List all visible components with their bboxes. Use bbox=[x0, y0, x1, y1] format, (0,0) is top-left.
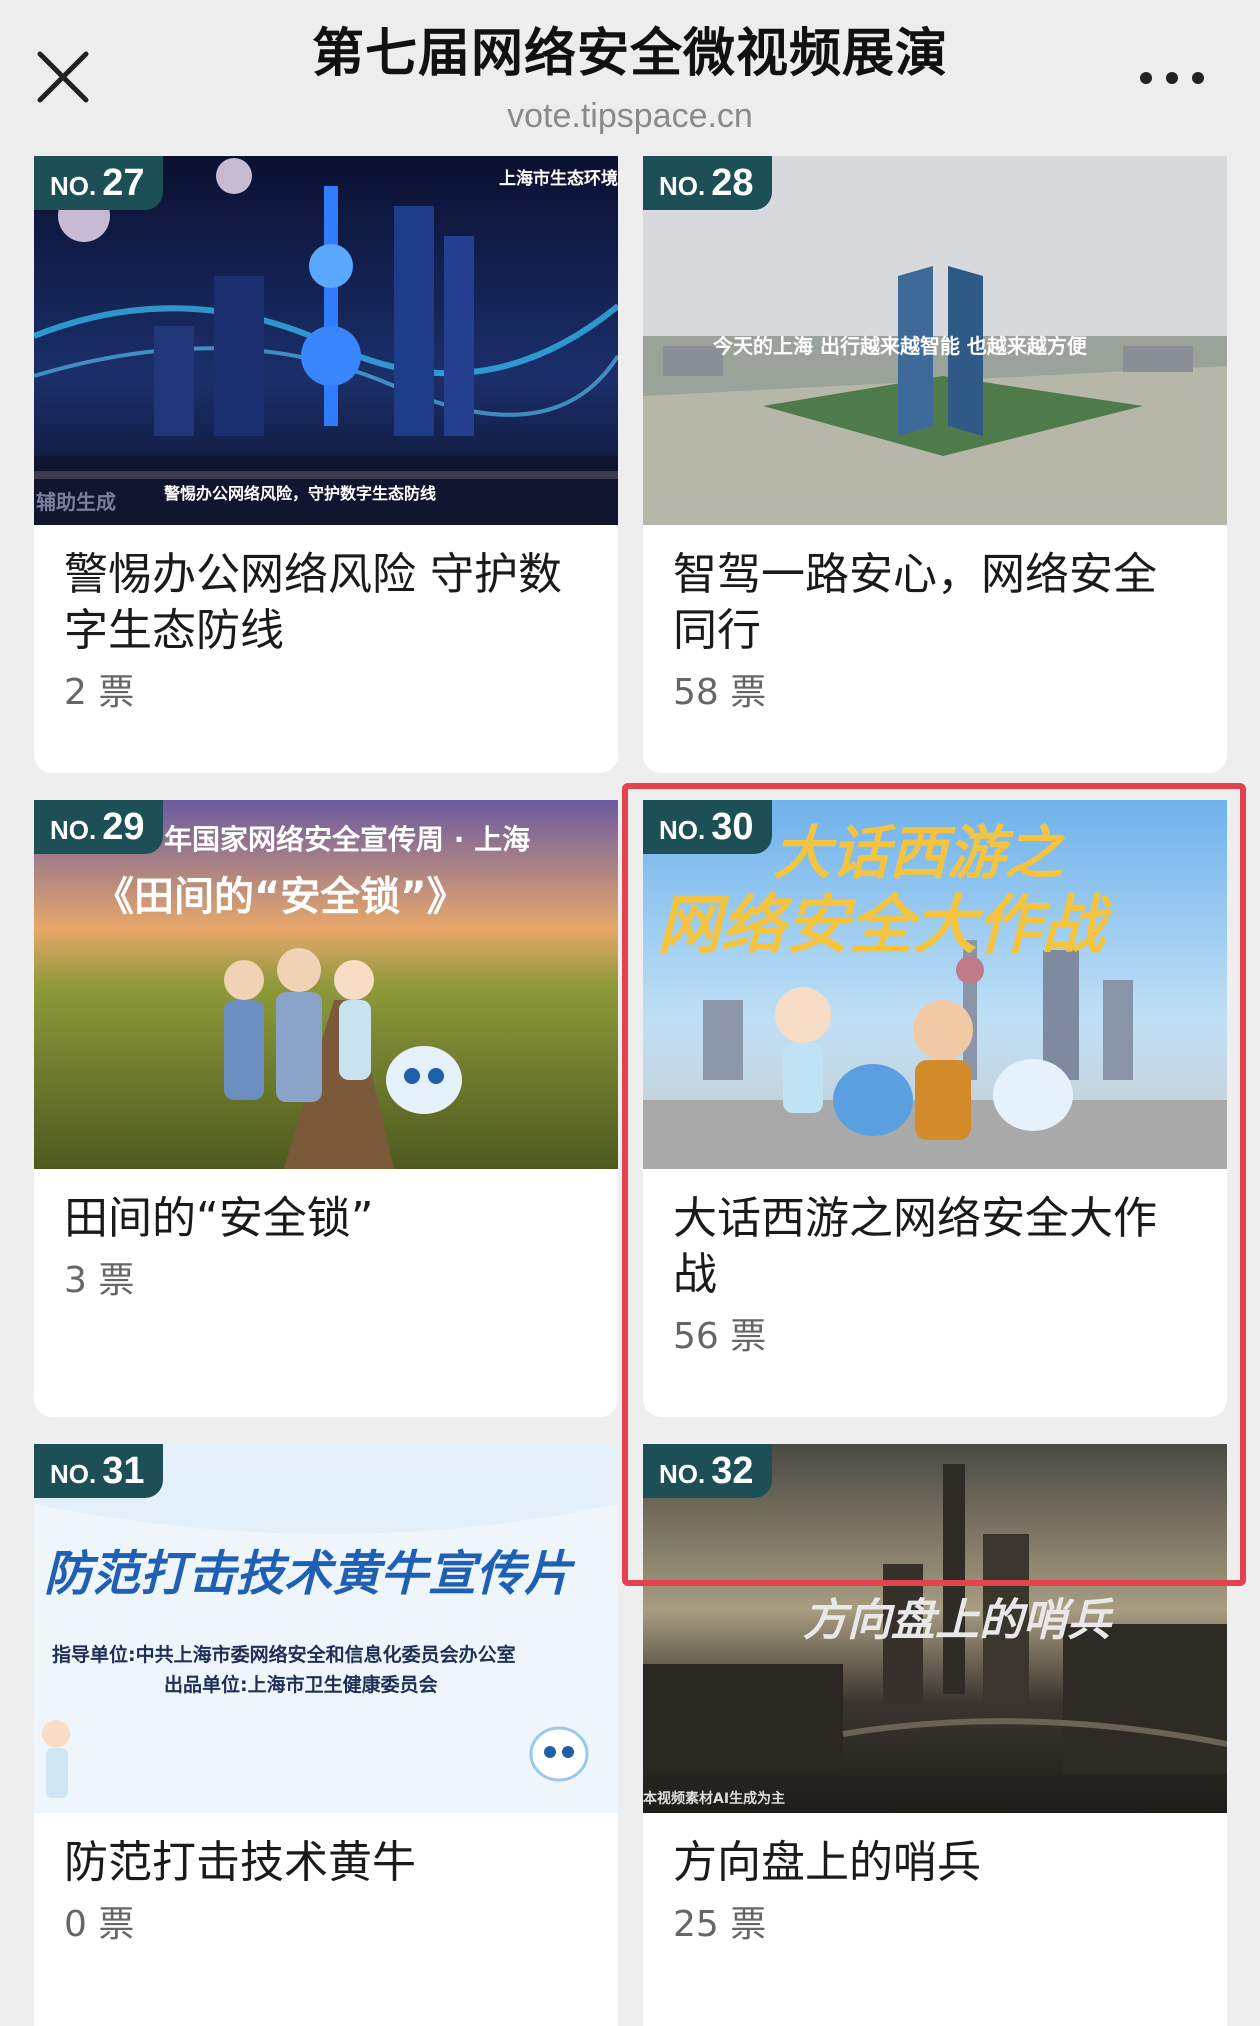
vote-unit: 票 bbox=[730, 672, 767, 713]
video-title: 田间的“安全锁” bbox=[64, 1193, 374, 1244]
video-card[interactable]: 防范打击技术黄牛宣传片 指导单位:中共上海市委网络安全和信息化委员会办公室 出品… bbox=[34, 1444, 618, 2026]
video-card[interactable]: 年国家网络安全宣传周 · 上海 《田间的“安全锁”》 NO. 29 田间的“安全… bbox=[34, 800, 618, 1417]
badge-prefix: NO. bbox=[50, 815, 97, 845]
badge-number: 28 bbox=[711, 162, 754, 204]
video-number-badge: NO. 30 bbox=[643, 800, 772, 854]
video-thumbnail[interactable]: 年国家网络安全宣传周 · 上海 《田间的“安全锁”》 NO. 29 bbox=[34, 800, 618, 1169]
badge-number: 29 bbox=[102, 806, 145, 848]
page-header: 第七届网络安全微视频展演 vote.tipspace.cn bbox=[200, 18, 1060, 142]
vote-number: 56 bbox=[673, 1316, 719, 1357]
badge-prefix: NO. bbox=[659, 815, 706, 845]
top-bar: 第七届网络安全微视频展演 vote.tipspace.cn bbox=[0, 0, 1260, 156]
thumbnail-caption: 上海市生态环境 bbox=[499, 169, 618, 189]
vote-unit: 票 bbox=[730, 1904, 767, 1945]
thumbnail-caption: 警惕办公网络风险，守护数字生态防线 bbox=[164, 484, 437, 503]
badge-number: 27 bbox=[102, 162, 145, 204]
thumbnail-image bbox=[34, 1444, 618, 1813]
vote-number: 2 bbox=[64, 672, 87, 713]
thumbnail-caption: 《田间的“安全锁”》 bbox=[94, 874, 467, 920]
video-thumbnail[interactable]: 上海市生态环境 警惕办公网络风险，守护数字生态防线 辅助生成 NO. 27 bbox=[34, 156, 618, 525]
video-card[interactable]: 方向盘上的哨兵 本视频素材AI生成为主 NO. 32 方向盘上的哨兵 25 票 bbox=[643, 1444, 1227, 2026]
vote-count: 2 票 bbox=[34, 659, 618, 719]
badge-prefix: NO. bbox=[50, 1459, 97, 1489]
video-grid: 上海市生态环境 警惕办公网络风险，守护数字生态防线 辅助生成 NO. 27 警惕… bbox=[0, 156, 1260, 2026]
video-number-badge: NO. 31 bbox=[34, 1444, 163, 1498]
video-number-badge: NO. 29 bbox=[34, 800, 163, 854]
vote-count: 25 票 bbox=[643, 1891, 1227, 1951]
thumbnail-caption: 出品单位:上海市卫生健康委员会 bbox=[164, 1674, 438, 1696]
vote-unit: 票 bbox=[730, 1316, 767, 1357]
more-horizontal-icon bbox=[1140, 72, 1204, 84]
video-title: 智驾一路安心，网络安全同行 bbox=[673, 549, 1157, 656]
vote-count: 3 票 bbox=[34, 1247, 618, 1307]
thumbnail-image bbox=[34, 156, 618, 525]
thumbnail-caption: 指导单位:中共上海市委网络安全和信息化委员会办公室 bbox=[52, 1644, 516, 1666]
video-thumbnail[interactable]: 方向盘上的哨兵 本视频素材AI生成为主 NO. 32 bbox=[643, 1444, 1227, 1813]
vote-count: 0 票 bbox=[34, 1891, 618, 1951]
video-card[interactable]: 今天的上海 出行越来越智能 也越来越方便 NO. 28 智驾一路安心，网络安全同… bbox=[643, 156, 1227, 773]
thumbnail-caption: 防范打击技术黄牛宣传片 bbox=[44, 1546, 573, 1602]
vote-number: 0 bbox=[64, 1904, 87, 1945]
vote-unit: 票 bbox=[98, 672, 135, 713]
video-card[interactable]: 上海市生态环境 警惕办公网络风险，守护数字生态防线 辅助生成 NO. 27 警惕… bbox=[34, 156, 618, 773]
thumbnail-caption: 本视频素材AI生成为主 bbox=[643, 1791, 786, 1807]
badge-prefix: NO. bbox=[659, 171, 706, 201]
vote-number: 25 bbox=[673, 1904, 719, 1945]
vote-unit: 票 bbox=[98, 1260, 135, 1301]
thumbnail-caption: 年国家网络安全宣传周 · 上海 bbox=[164, 823, 531, 856]
video-card[interactable]: 大话西游之 网络安全大作战 NO. 30 大话西游之网络安全大作战 56 票 bbox=[643, 800, 1227, 1417]
thumbnail-caption: 方向盘上的哨兵 bbox=[803, 1595, 1111, 1646]
page-title: 第七届网络安全微视频展演 bbox=[311, 24, 948, 84]
video-number-badge: NO. 32 bbox=[643, 1444, 772, 1498]
badge-number: 30 bbox=[711, 806, 754, 848]
vote-count: 58 票 bbox=[643, 659, 1227, 719]
thumbnail-caption: 辅助生成 bbox=[36, 490, 116, 514]
close-icon bbox=[37, 51, 89, 103]
video-title: 警惕办公网络风险 守护数字生态防线 bbox=[64, 549, 562, 656]
video-thumbnail[interactable]: 大话西游之 网络安全大作战 NO. 30 bbox=[643, 800, 1227, 1169]
vote-number: 3 bbox=[64, 1260, 87, 1301]
vote-number: 58 bbox=[673, 672, 719, 713]
video-title: 大话西游之网络安全大作战 bbox=[673, 1193, 1157, 1300]
badge-prefix: NO. bbox=[50, 171, 97, 201]
page-url: vote.tipspace.cn bbox=[507, 97, 753, 135]
vote-count: 56 票 bbox=[643, 1303, 1227, 1363]
video-thumbnail[interactable]: 防范打击技术黄牛宣传片 指导单位:中共上海市委网络安全和信息化委员会办公室 出品… bbox=[34, 1444, 618, 1813]
video-title: 防范打击技术黄牛 bbox=[64, 1837, 416, 1888]
badge-prefix: NO. bbox=[659, 1459, 706, 1489]
video-title: 方向盘上的哨兵 bbox=[673, 1837, 981, 1888]
video-number-badge: NO. 27 bbox=[34, 156, 163, 210]
video-number-badge: NO. 28 bbox=[643, 156, 772, 210]
close-button[interactable] bbox=[30, 44, 96, 110]
thumbnail-caption: 今天的上海 出行越来越智能 也越来越方便 bbox=[713, 334, 1087, 358]
video-thumbnail[interactable]: 今天的上海 出行越来越智能 也越来越方便 NO. 28 bbox=[643, 156, 1227, 525]
thumbnail-caption: 网络安全大作战 bbox=[657, 889, 1105, 963]
badge-number: 32 bbox=[711, 1450, 754, 1492]
more-button[interactable] bbox=[1132, 50, 1212, 106]
badge-number: 31 bbox=[102, 1450, 145, 1492]
vote-unit: 票 bbox=[98, 1904, 135, 1945]
